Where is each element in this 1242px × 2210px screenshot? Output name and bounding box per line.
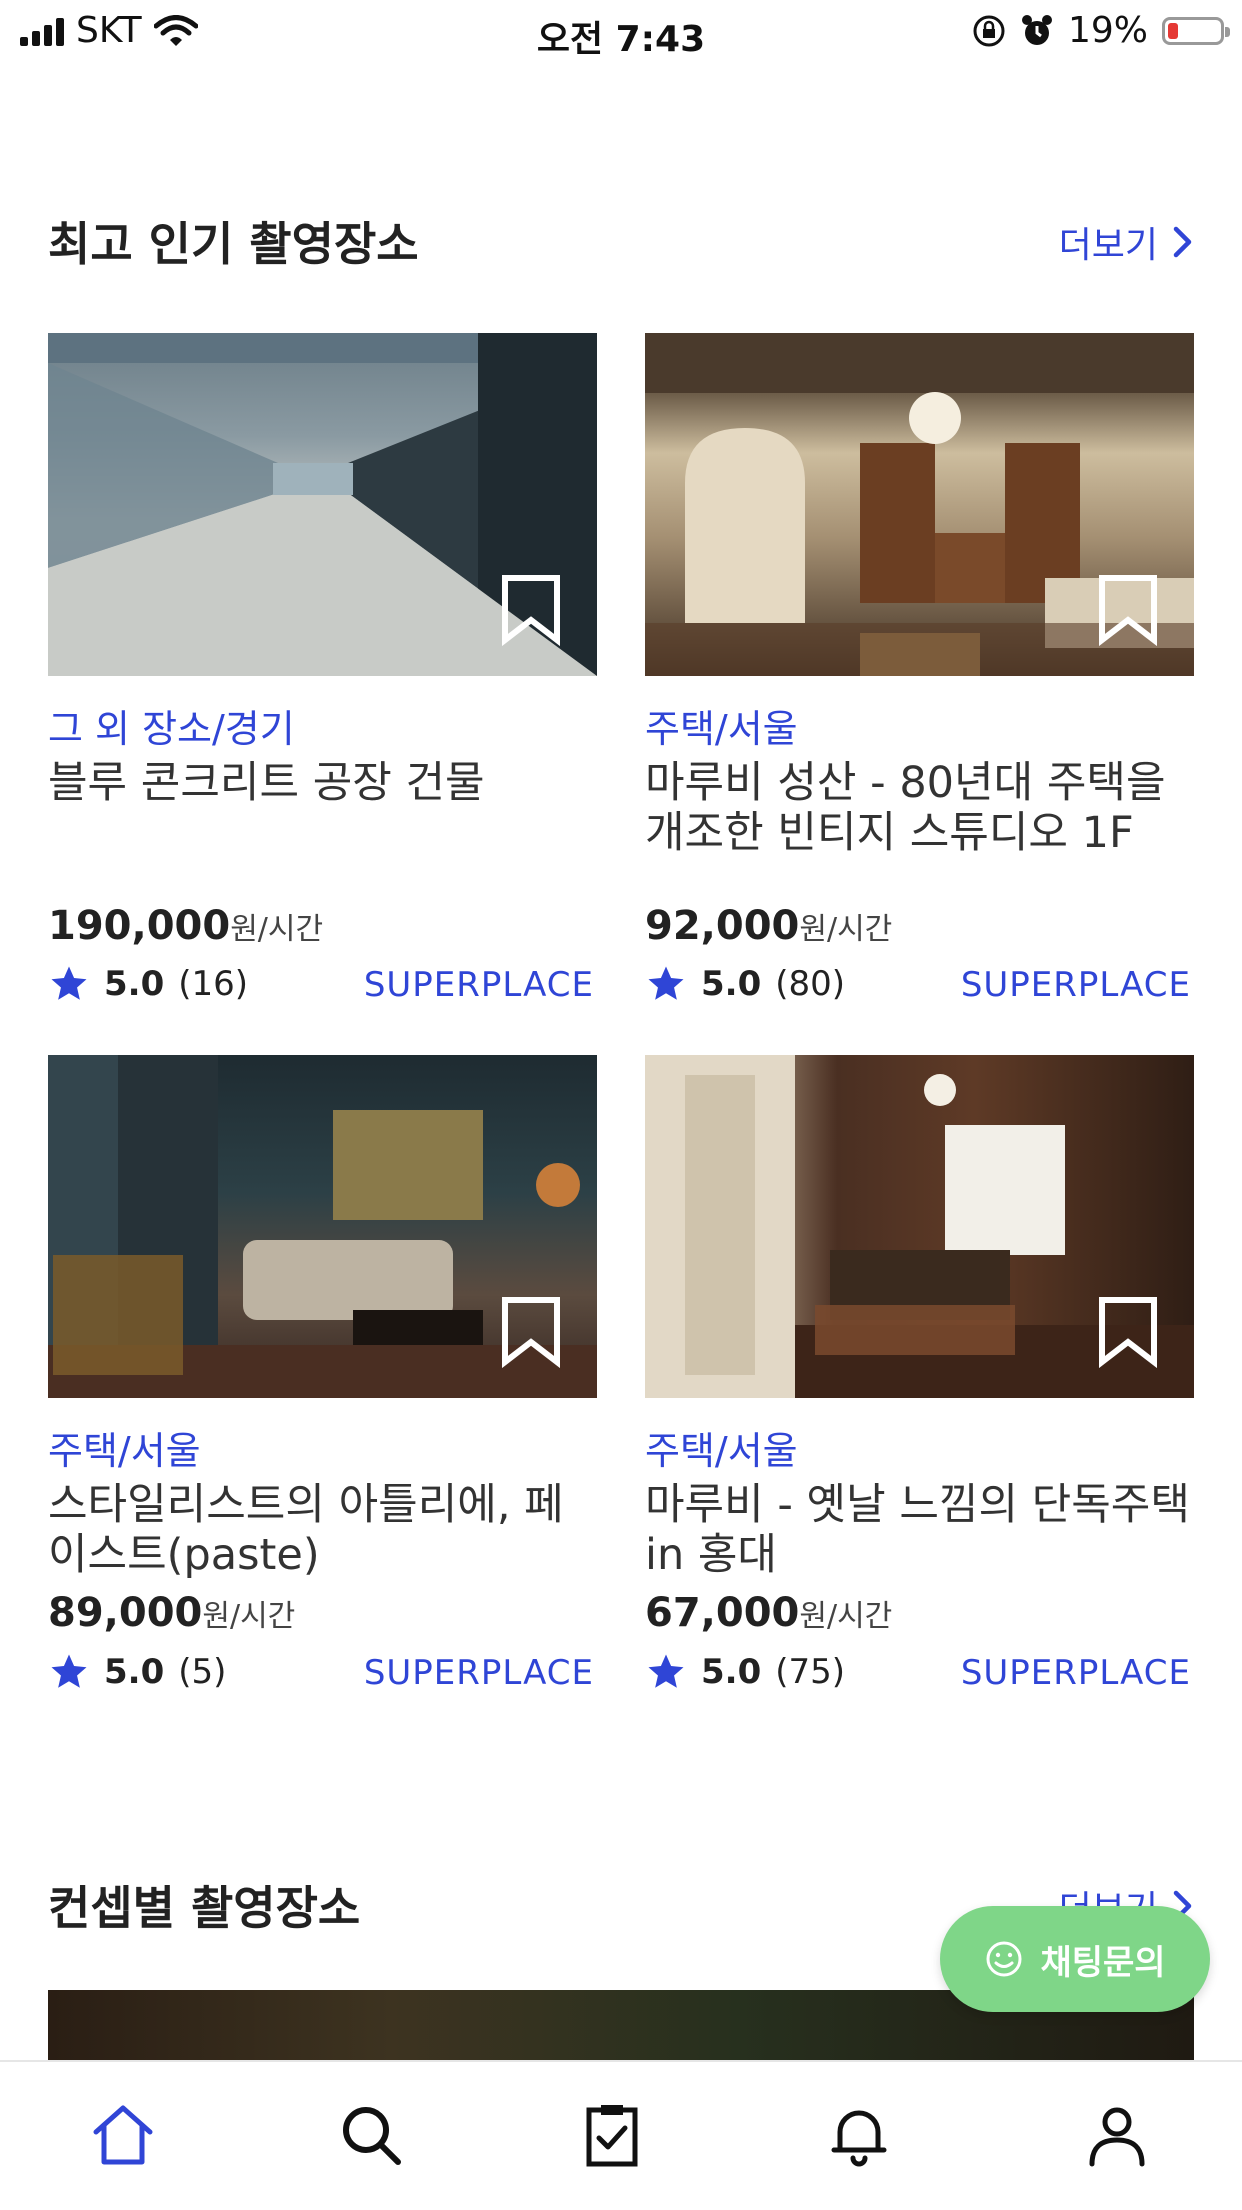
place-photo[interactable]	[645, 333, 1194, 676]
rating-score: 5.0	[701, 1652, 762, 1692]
place-card[interactable]: 그 외 장소/경기 블루 콘크리트 공장 건물 190,000원/시간 5.0 …	[48, 333, 597, 1005]
star-icon	[51, 966, 87, 1000]
battery-percent: 19%	[1067, 10, 1148, 51]
price-unit: 원/시간	[799, 912, 893, 947]
review-count: (5)	[178, 1652, 227, 1692]
place-price: 92,000원/시간	[645, 903, 892, 949]
price-value: 67,000	[645, 1590, 800, 1636]
battery-icon	[1162, 16, 1230, 45]
place-card[interactable]: 주택/서울 마루비 - 옛날 느낌의 단독주택 in 홍대 67,000원/시간…	[645, 1055, 1194, 1693]
star-icon	[648, 966, 684, 1000]
tab-notifications[interactable]	[824, 2100, 894, 2170]
place-photo[interactable]	[48, 333, 597, 676]
place-category: 주택/서울	[48, 1429, 201, 1473]
place-title[interactable]: 블루 콘크리트 공장 건물	[48, 758, 597, 808]
superplace-badge: SUPERPLACE	[363, 1653, 594, 1693]
place-rating: 5.0 (16)	[48, 963, 248, 1005]
status-right: 19%	[972, 10, 1230, 51]
tab-reservations[interactable]	[577, 2100, 647, 2170]
tab-home[interactable]	[88, 2100, 158, 2170]
superplace-badge: SUPERPLACE	[363, 965, 594, 1005]
star-icon	[51, 1654, 87, 1688]
bookmark-icon[interactable]	[499, 574, 563, 646]
tab-search[interactable]	[336, 2100, 406, 2170]
price-unit: 원/시간	[202, 1599, 296, 1634]
place-price: 67,000원/시간	[645, 1590, 892, 1636]
chat-button[interactable]: 채팅문의	[940, 1906, 1210, 2012]
place-price: 190,000원/시간	[48, 903, 323, 949]
price-value: 89,000	[48, 1590, 203, 1636]
review-count: (80)	[775, 964, 846, 1004]
concept-section-title: 컨셉별 촬영장소	[48, 1881, 361, 1935]
smile-icon	[986, 1941, 1022, 1977]
tab-profile[interactable]	[1082, 2100, 1152, 2170]
place-title[interactable]: 마루비 - 옛날 느낌의 단독주택 in 홍대	[645, 1480, 1194, 1580]
rating-score: 5.0	[701, 964, 762, 1004]
popular-more-link[interactable]: 더보기	[1059, 216, 1194, 268]
superplace-badge: SUPERPLACE	[960, 965, 1191, 1005]
rating-score: 5.0	[104, 964, 165, 1004]
home-icon	[93, 2105, 153, 2165]
place-rating: 5.0 (75)	[645, 1651, 845, 1693]
place-category: 주택/서울	[645, 1429, 798, 1473]
place-title[interactable]: 마루비 성산 - 80년대 주택을 개조한 빈티지 스튜디오 1F	[645, 758, 1194, 858]
popular-more-label: 더보기	[1058, 225, 1158, 266]
rating-score: 5.0	[104, 1652, 165, 1692]
place-category: 주택/서울	[645, 707, 798, 751]
place-photo[interactable]	[645, 1055, 1194, 1398]
popular-section-title: 최고 인기 촬영장소	[48, 217, 419, 271]
place-card[interactable]: 주택/서울 마루비 성산 - 80년대 주택을 개조한 빈티지 스튜디오 1F …	[645, 333, 1194, 1005]
place-category: 그 외 장소/경기	[48, 707, 295, 751]
place-title[interactable]: 스타일리스트의 아틀리에, 페이스트(paste)	[48, 1480, 597, 1580]
clipboard-check-icon	[586, 2105, 638, 2167]
superplace-badge: SUPERPLACE	[960, 1653, 1191, 1693]
bell-icon	[831, 2110, 887, 2167]
search-icon	[343, 2107, 401, 2165]
place-price: 89,000원/시간	[48, 1590, 295, 1636]
place-rating: 5.0 (5)	[48, 1651, 226, 1693]
review-count: (75)	[775, 1652, 846, 1692]
place-rating: 5.0 (80)	[645, 963, 845, 1005]
chevron-right-icon	[1173, 226, 1192, 258]
place-card[interactable]: 주택/서울 스타일리스트의 아틀리에, 페이스트(paste) 89,000원/…	[48, 1055, 597, 1693]
price-value: 92,000	[645, 903, 800, 949]
status-bar: SKT 오전 7:43 19%	[0, 0, 1242, 64]
chat-label: 채팅문의	[1040, 1942, 1166, 1983]
star-icon	[648, 1654, 684, 1688]
battery-fill	[1168, 22, 1178, 39]
bookmark-icon[interactable]	[1096, 574, 1160, 646]
bottom-tab-bar	[0, 2060, 1242, 2210]
price-unit: 원/시간	[230, 912, 324, 947]
person-icon	[1089, 2107, 1145, 2167]
bookmark-icon[interactable]	[1096, 1296, 1160, 1368]
price-value: 190,000	[48, 903, 231, 949]
review-count: (16)	[178, 964, 249, 1004]
price-unit: 원/시간	[799, 1599, 893, 1634]
place-photo[interactable]	[48, 1055, 597, 1398]
bookmark-icon[interactable]	[499, 1296, 563, 1368]
orientation-lock-icon	[973, 15, 1005, 46]
alarm-icon	[1021, 14, 1052, 45]
